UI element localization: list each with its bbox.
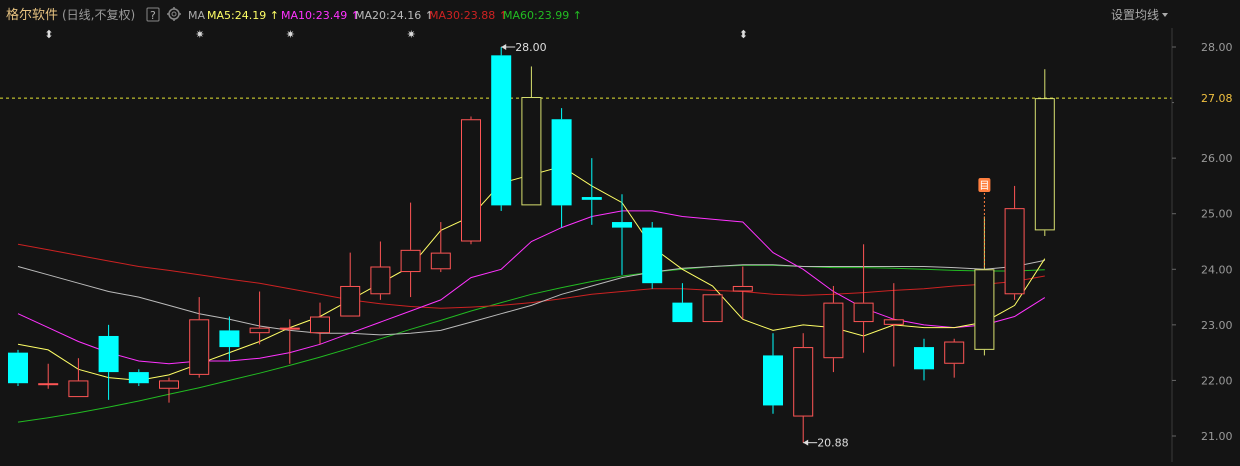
y-tick-label: 26.00: [1201, 152, 1233, 165]
candle-body: [1034, 98, 1055, 231]
ma-label: MA: [188, 9, 205, 22]
candle[interactable]: [702, 294, 723, 323]
candle-body: [702, 294, 723, 323]
candle-body: [672, 302, 693, 323]
help-button[interactable]: ?: [146, 7, 160, 22]
candle-body: [68, 380, 89, 398]
candle-body: [249, 327, 270, 334]
info-badge-label: 目: [979, 181, 989, 192]
y-tick-label: 25.00: [1201, 208, 1233, 221]
candle-body: [38, 383, 59, 386]
candle[interactable]: [491, 47, 512, 211]
candle-body: [189, 319, 210, 375]
candle-body: [732, 285, 753, 292]
chevron-down-icon: [1162, 13, 1168, 17]
candle-body: [491, 55, 512, 206]
candle-body: [400, 249, 421, 273]
candle-body: [853, 302, 874, 323]
stock-chart[interactable]: 28.0020.88⬍✷✷✷⬍目 28.0027.0026.0025.0024.…: [0, 0, 1240, 462]
y-tick-label: 24.00: [1201, 263, 1233, 276]
candle[interactable]: [642, 222, 663, 289]
candle-body: [823, 302, 844, 359]
candle-body: [370, 266, 391, 295]
candle-body: [612, 222, 632, 228]
candlestick-chart-svg[interactable]: 28.0020.88⬍✷✷✷⬍目 28.0027.0026.0025.0024.…: [0, 0, 1240, 462]
ma-legend-item: MA20:24.16 ↑: [355, 9, 434, 22]
low-price-label: 20.88: [817, 437, 849, 450]
event-marker-icon[interactable]: ⬍: [44, 28, 53, 41]
candle-body: [279, 327, 300, 330]
settings-ma-label: 设置均线: [1111, 8, 1159, 22]
y-tick-label: 23.00: [1201, 319, 1233, 332]
candle-body: [219, 330, 240, 348]
candle-body: [642, 227, 663, 284]
ma-legend-item: MA5:24.19 ↑: [207, 9, 279, 22]
event-marker-icon[interactable]: ✷: [286, 28, 295, 41]
candle-body: [581, 197, 602, 200]
ma-legend-item: MA60:23.99 ↑: [503, 9, 582, 22]
high-price-label: 28.00: [515, 41, 547, 54]
candle-body: [914, 347, 934, 370]
event-marker-icon[interactable]: ⬍: [739, 28, 748, 41]
ma-settings-gear-icon[interactable]: [167, 7, 181, 21]
ma-legend: MA5:24.19 ↑ MA10:23.49 ↑MA20:24.16 ↑MA30:…: [207, 9, 582, 22]
event-marker-icon[interactable]: ✷: [195, 28, 204, 41]
candle-body: [98, 335, 119, 373]
chart-header: 格尔软件 (日线,不复权) ? MA MA5:24.19 ↑ MA10:23.49…: [0, 0, 1240, 28]
settings-ma-button[interactable]: 设置均线: [1111, 8, 1168, 22]
current-price-label: 27.08: [1201, 92, 1233, 105]
candle-body: [1004, 208, 1025, 295]
candle-body: [521, 97, 542, 206]
help-label: ?: [150, 9, 156, 22]
candle-body: [461, 119, 481, 242]
candle[interactable]: [461, 116, 481, 245]
ma-legend-item: MA10:23.49 ↑: [281, 9, 360, 22]
y-tick-label: 22.00: [1201, 374, 1233, 387]
candle-body: [763, 355, 783, 406]
candle-body: [128, 372, 149, 384]
period-label: (日线,不复权): [62, 8, 135, 22]
y-tick-label: 28.00: [1201, 41, 1233, 54]
candle-body: [340, 285, 361, 317]
y-tick-label: 21.00: [1201, 430, 1233, 443]
candle-body: [310, 316, 330, 334]
event-marker-icon[interactable]: ✷: [407, 28, 416, 41]
candle-body: [974, 269, 995, 350]
candle-body: [8, 352, 28, 384]
candle-body: [944, 341, 965, 364]
candle-body: [430, 252, 451, 270]
candle[interactable]: [8, 349, 28, 386]
ma-legend-item: MA30:23.88 ↑: [429, 9, 508, 22]
candle-body: [793, 347, 814, 417]
candle-body: [883, 319, 904, 325]
candle-body: [551, 119, 572, 206]
stock-name[interactable]: 格尔软件: [6, 7, 58, 23]
candle-body: [159, 380, 179, 389]
